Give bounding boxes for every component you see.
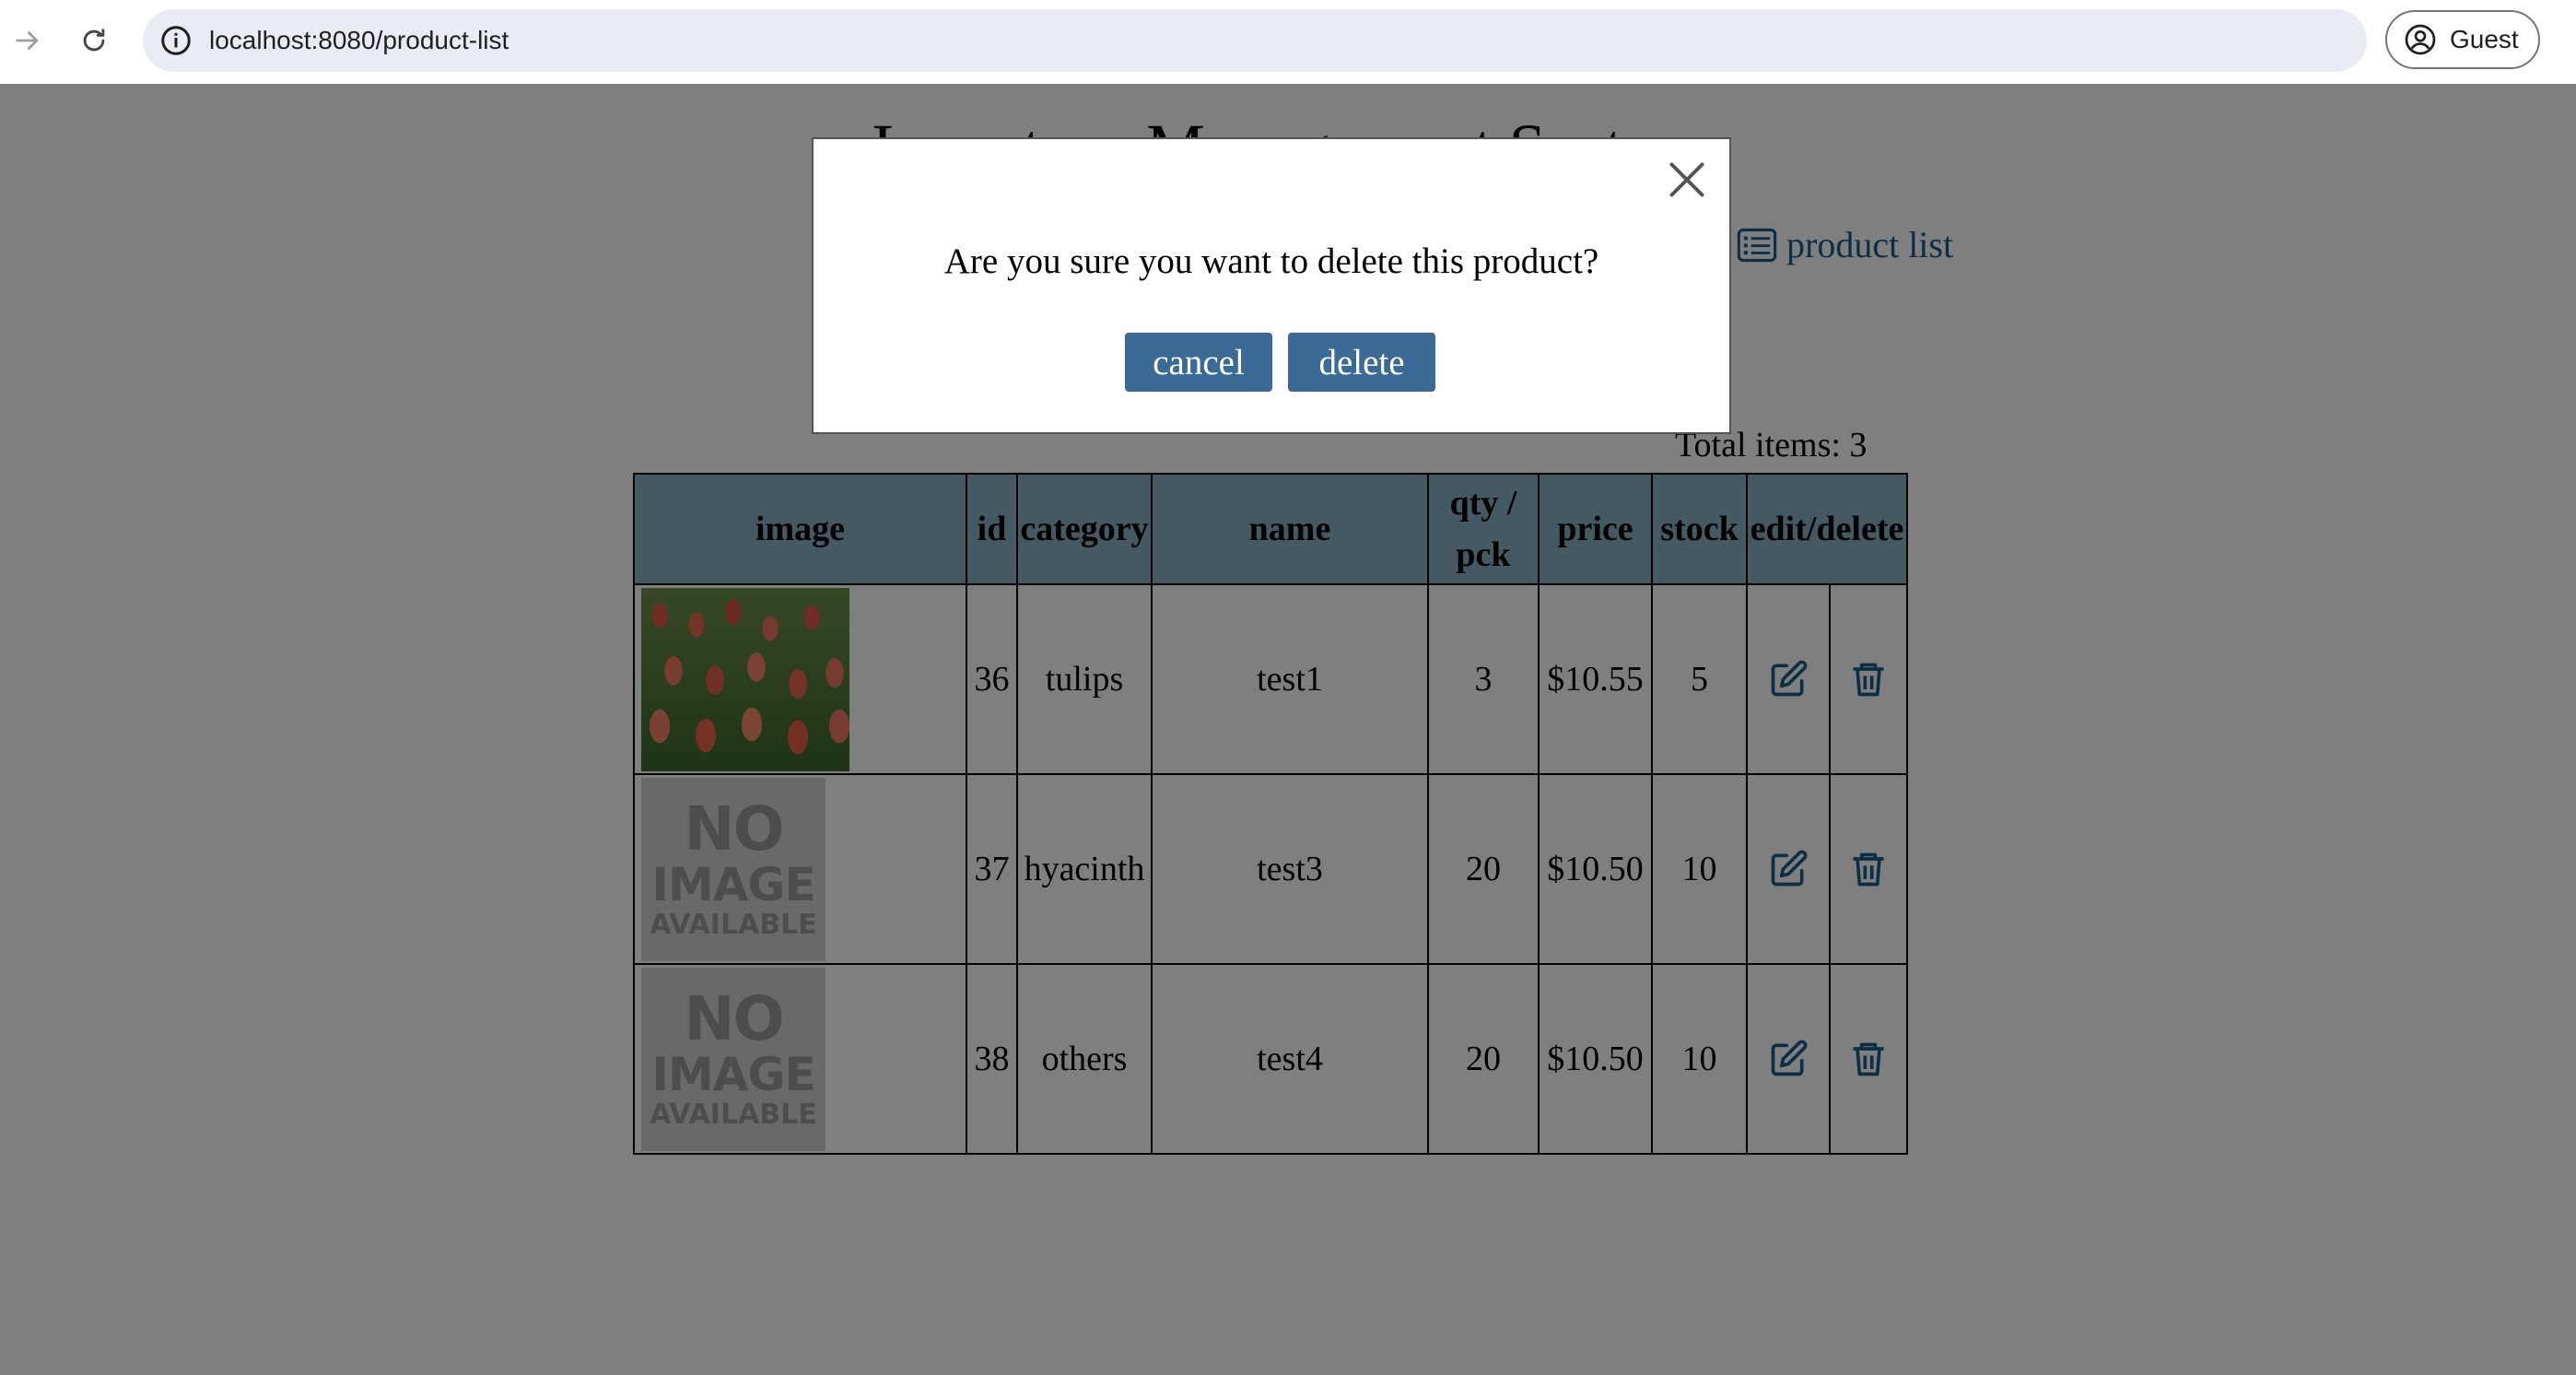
delete-button[interactable]: delete bbox=[1288, 333, 1435, 392]
reload-button[interactable] bbox=[70, 17, 118, 65]
forward-button[interactable] bbox=[4, 17, 52, 65]
account-circle-icon bbox=[2405, 24, 2436, 55]
address-bar[interactable]: localhost:8080/product-list bbox=[143, 9, 2367, 72]
browser-toolbar: localhost:8080/product-list Guest bbox=[0, 0, 2576, 84]
info-icon[interactable] bbox=[159, 24, 193, 57]
cancel-button[interactable]: cancel bbox=[1125, 333, 1272, 392]
close-icon[interactable] bbox=[1667, 159, 1707, 200]
url-text[interactable]: localhost:8080/product-list bbox=[209, 9, 509, 72]
profile-label: Guest bbox=[2450, 25, 2519, 53]
arrow-right-icon bbox=[16, 31, 39, 50]
dialog-message: Are you sure you want to delete this pro… bbox=[943, 241, 1599, 281]
profile-button[interactable]: Guest bbox=[2385, 10, 2540, 69]
delete-confirmation-dialog: Are you sure you want to delete this pro… bbox=[812, 137, 1731, 434]
reload-icon bbox=[83, 29, 105, 52]
